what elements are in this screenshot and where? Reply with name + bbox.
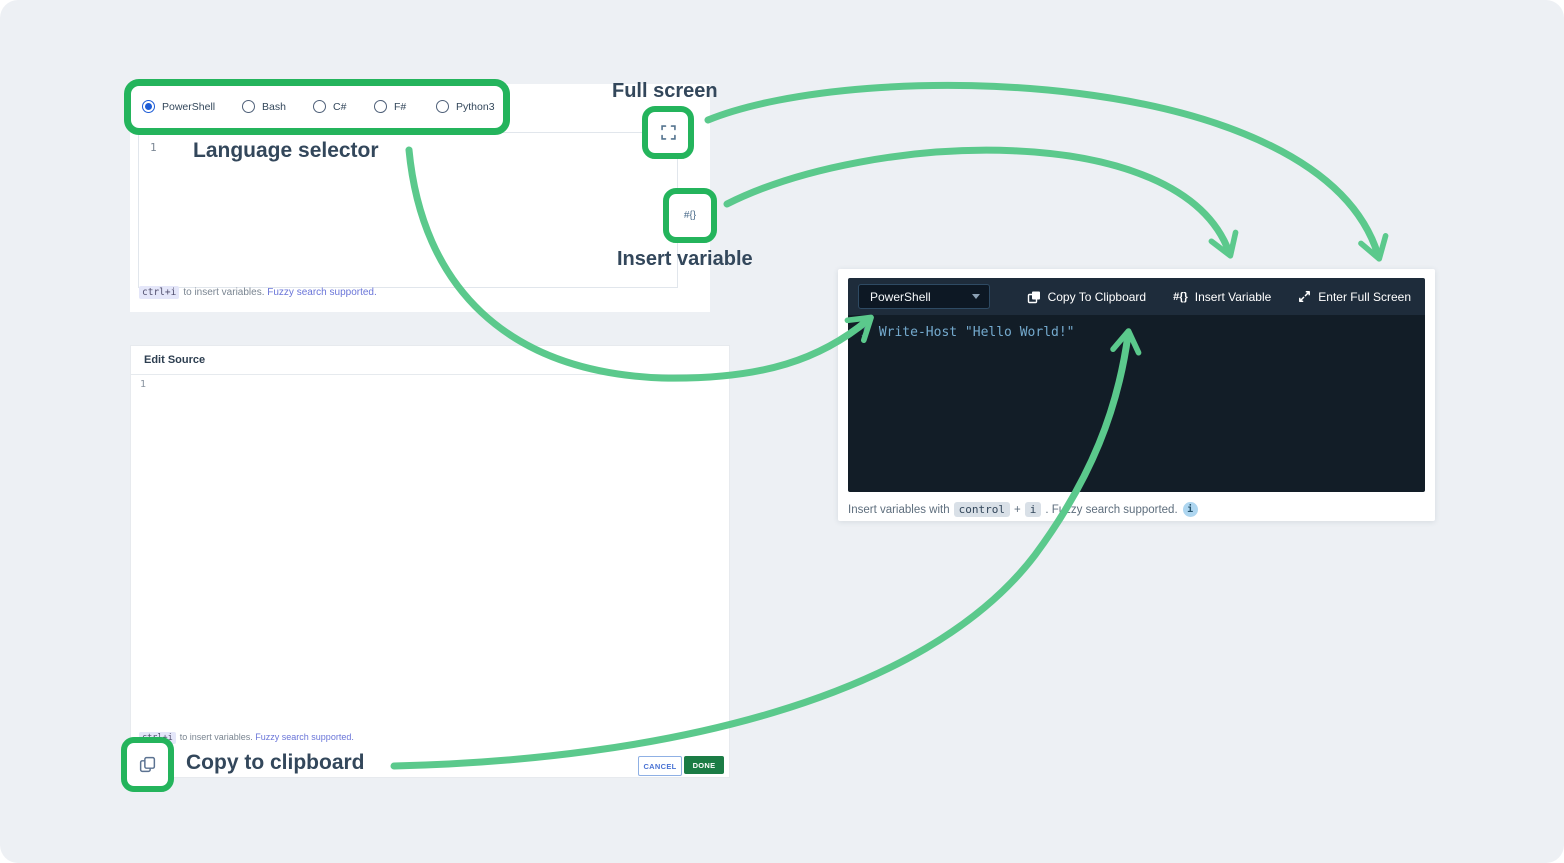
new-editor-hint: Insert variables with control + i . Fuzz… [848,502,1198,517]
insert-variable-button[interactable]: #{} Insert Variable [1173,290,1271,304]
arrow-insertvariable-to-new [723,146,1239,259]
cancel-button[interactable]: CANCEL [638,756,682,776]
insert-variable-button-label: Insert Variable [1194,289,1272,304]
new-editor-toolbar: PowerShell Copy To Clipboard #{} Insert … [848,278,1425,315]
copy-icon [1027,291,1040,303]
line-number: 1 [150,141,157,154]
insert-variable-icon: #{} [1173,290,1188,303]
insert-variable-icon[interactable]: #{} [684,210,696,221]
fullscreen-icon[interactable] [660,125,676,140]
new-editor-card: PowerShell Copy To Clipboard #{} Insert … [838,269,1435,521]
edit-source-header: Edit Source [131,346,729,375]
insert-variable-highlight-box: #{} [663,188,717,243]
old-editor-hint: ctrl+i to insert variables. Fuzzy search … [139,286,377,299]
chevron-down-icon [972,294,980,299]
i-kbd-badge: i [1024,502,1042,517]
code-line: Write-Host "Hello World!" [878,325,1075,340]
language-dropdown[interactable]: PowerShell [858,284,990,309]
arrow-fullscreen-to-new [704,81,1389,262]
info-icon[interactable]: i [1182,502,1198,517]
ctrl-i-kbd-badge: ctrl+i [139,286,180,299]
language-dropdown-value: PowerShell [870,289,931,304]
fuzzy-search-link[interactable]: Fuzzy search supported. [255,732,354,742]
done-button[interactable]: DONE [684,756,724,774]
control-kbd-badge: control [953,502,1010,517]
line-number: 1 [860,325,868,340]
copy-icon[interactable] [138,755,157,774]
new-dark-editor: PowerShell Copy To Clipboard #{} Insert … [848,278,1425,492]
edit-source-title: Edit Source [144,354,206,366]
annotated-screenshot-canvas: PowerShell Bash C# F# Python3 1 ctrl+i t… [0,0,1564,863]
hint-suffix: . Fuzzy search supported. [1045,503,1178,516]
full-screen-annotation: Full screen [612,80,718,102]
copy-to-clipboard-annotation: Copy to clipboard [186,751,365,774]
new-code-editor-area[interactable]: 1 Write-Host "Hello World!" [848,315,1425,492]
line-number: 1 [140,379,147,390]
insert-variable-annotation: Insert variable [617,248,753,270]
copy-button-label: Copy To Clipboard [1047,289,1147,304]
language-selector-highlight-box [124,79,510,135]
enter-full-screen-button[interactable]: Enter Full Screen [1298,290,1411,304]
hint-plus: + [1013,503,1021,516]
edit-source-panel: Edit Source 1 [130,345,730,778]
copy-to-clipboard-button[interactable]: Copy To Clipboard [1027,289,1147,304]
fullscreen-highlight-box [642,106,694,159]
expand-icon [1299,291,1311,302]
fuzzy-search-link[interactable]: Fuzzy search supported. [267,287,377,298]
hint-prefix: Insert variables with [848,503,950,516]
hint-text: to insert variables. [179,732,253,742]
fullscreen-button-label: Enter Full Screen [1318,289,1411,304]
language-selector-annotation: Language selector [193,139,379,162]
copy-to-clipboard-highlight-box [121,737,174,792]
hint-text: to insert variables. [183,287,265,298]
